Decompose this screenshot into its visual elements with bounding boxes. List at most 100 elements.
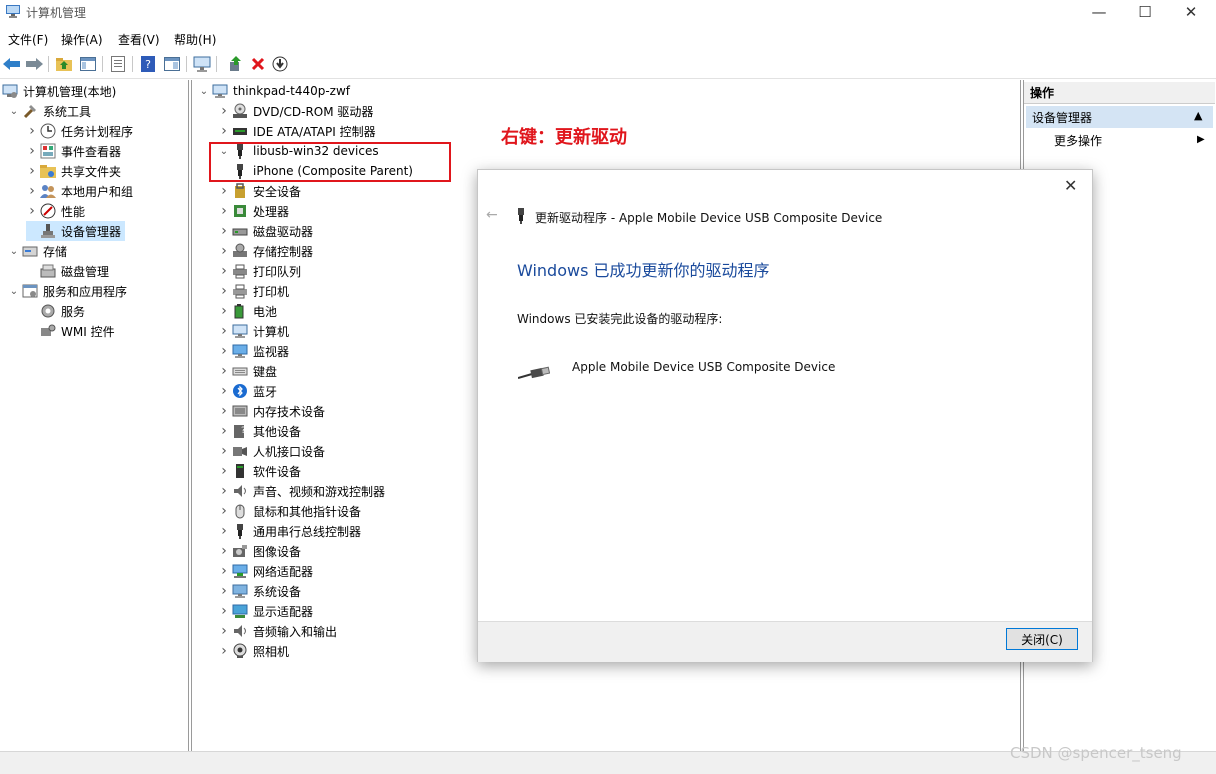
chevron-right-icon[interactable]: › [218, 443, 230, 459]
chevron-right-icon[interactable]: › [218, 383, 230, 399]
back-arrow-icon: ← [486, 207, 498, 223]
device-category[interactable]: ›? 其他设备 [218, 421, 301, 441]
chevron-right-icon[interactable]: › [218, 203, 230, 219]
console-button[interactable] [162, 53, 182, 75]
chevron-right-icon[interactable]: › [218, 363, 230, 379]
chevron-right-icon[interactable]: › [218, 303, 230, 319]
tree-item-5[interactable]: › 本地用户和组 [26, 181, 133, 201]
show-tree-button[interactable] [78, 53, 98, 75]
monitor-button[interactable] [192, 53, 212, 75]
tree-item-10[interactable]: ⌄ 服务和应用程序 [8, 281, 127, 301]
dialog-close-button[interactable]: ✕ [1064, 176, 1077, 195]
device-category[interactable]: › 图像设备 [218, 541, 301, 561]
chevron-right-icon[interactable]: › [218, 283, 230, 299]
help-button[interactable]: ? [138, 53, 158, 75]
device-category[interactable]: › 网络适配器 [218, 561, 313, 581]
chevron-right-icon[interactable]: › [218, 183, 230, 199]
chevron-right-icon[interactable]: › [26, 163, 38, 179]
chevron-right-icon[interactable]: › [218, 523, 230, 539]
tree-item-4[interactable]: › 共享文件夹 [26, 161, 121, 181]
device-category[interactable]: › 软件设备 [218, 461, 301, 481]
device-category[interactable]: › IDE ATA/ATAPI 控制器 [218, 121, 375, 141]
back-button[interactable] [2, 53, 22, 75]
up-folder-button[interactable] [54, 53, 74, 75]
device-category[interactable]: › 声音、视频和游戏控制器 [218, 481, 385, 501]
chevron-right-icon[interactable]: › [218, 323, 230, 339]
actions-section-device-manager[interactable]: 设备管理器 ▲ [1026, 106, 1213, 128]
device-category[interactable]: › 打印机 [218, 281, 289, 301]
tree-item-2[interactable]: › 任务计划程序 [26, 121, 133, 141]
close-dialog-button[interactable]: 关闭(C) [1006, 628, 1078, 650]
chevron-right-icon[interactable]: › [218, 103, 230, 119]
device-category[interactable]: › 磁盘驱动器 [218, 221, 313, 241]
chevron-down-icon[interactable]: ⌄ [8, 245, 20, 257]
chevron-right-icon[interactable]: › [218, 503, 230, 519]
device-category[interactable]: › 计算机 [218, 321, 289, 341]
chevron-right-icon[interactable]: › [218, 463, 230, 479]
menu-file[interactable]: 文件(F) [8, 31, 48, 48]
tree-item-0[interactable]: 计算机管理(本地) [2, 81, 116, 101]
properties-button[interactable] [108, 53, 128, 75]
download-button[interactable] [270, 53, 290, 75]
chevron-right-icon[interactable]: › [218, 223, 230, 239]
menu-action[interactable]: 操作(A) [61, 31, 103, 48]
chevron-right-icon[interactable]: › [26, 143, 38, 159]
close-window-button[interactable]: ✕ [1168, 0, 1214, 24]
chevron-right-icon[interactable]: › [218, 423, 230, 439]
tree-item-8[interactable]: ⌄ 存储 [8, 241, 67, 261]
more-actions-item[interactable]: 更多操作 [1054, 130, 1102, 150]
uninstall-button[interactable] [248, 53, 268, 75]
device-category[interactable]: › 通用串行总线控制器 [218, 521, 361, 541]
device-tree-root[interactable]: ⌄ thinkpad-t440p-zwf [198, 81, 350, 101]
chevron-right-icon[interactable]: › [218, 543, 230, 559]
dialog-back-button[interactable]: ← [486, 207, 498, 223]
chevron-right-icon[interactable]: › [218, 263, 230, 279]
chevron-right-icon[interactable]: › [218, 563, 230, 579]
menu-help[interactable]: 帮助(H) [174, 31, 216, 48]
maximize-button[interactable]: ☐ [1122, 0, 1168, 24]
chevron-down-icon[interactable]: ⌄ [198, 85, 210, 97]
forward-button[interactable] [24, 53, 44, 75]
chevron-right-icon[interactable]: › [218, 343, 230, 359]
tree-item-3[interactable]: › 事件查看器 [26, 141, 121, 161]
chevron-right-icon[interactable]: › [218, 623, 230, 639]
chevron-down-icon[interactable]: ⌄ [8, 285, 20, 297]
chevron-right-icon[interactable]: › [26, 183, 38, 199]
device-category[interactable]: › 系统设备 [218, 581, 301, 601]
tree-item-12[interactable]: WMI 控件 [26, 321, 115, 341]
tree-item-6[interactable]: › 性能 [26, 201, 85, 221]
chevron-right-icon[interactable]: › [26, 123, 38, 139]
device-category[interactable]: › 人机接口设备 [218, 441, 325, 461]
device-category[interactable]: › 键盘 [218, 361, 277, 381]
device-category[interactable]: › 处理器 [218, 201, 289, 221]
device-category[interactable]: › 安全设备 [218, 181, 301, 201]
collapse-up-icon[interactable]: ▲ [1194, 109, 1202, 122]
chevron-right-icon[interactable]: › [218, 643, 230, 659]
device-category[interactable]: › 监视器 [218, 341, 289, 361]
minimize-button[interactable]: — [1076, 0, 1122, 24]
tree-item-11[interactable]: 服务 [26, 301, 85, 321]
chevron-right-icon[interactable]: › [218, 603, 230, 619]
device-category[interactable]: › 存储控制器 [218, 241, 313, 261]
device-category[interactable]: › 音频输入和输出 [218, 621, 337, 641]
device-category[interactable]: › 照相机 [218, 641, 289, 661]
tree-item-7[interactable]: 设备管理器 [26, 221, 126, 241]
chevron-right-icon[interactable]: › [26, 203, 38, 219]
chevron-down-icon[interactable]: ⌄ [8, 105, 20, 117]
chevron-right-icon[interactable]: › [218, 123, 230, 139]
chevron-right-icon[interactable]: › [218, 243, 230, 259]
device-category[interactable]: › 电池 [218, 301, 277, 321]
tree-item-9[interactable]: 磁盘管理 [26, 261, 109, 281]
chevron-right-icon[interactable]: › [218, 403, 230, 419]
tree-item-1[interactable]: ⌄ 系统工具 [8, 101, 91, 121]
device-category[interactable]: › 蓝牙 [218, 381, 277, 401]
device-category[interactable]: › 鼠标和其他指针设备 [218, 501, 361, 521]
menu-view[interactable]: 查看(V) [118, 31, 160, 48]
update-driver-button[interactable] [226, 53, 246, 75]
device-category[interactable]: › 打印队列 [218, 261, 301, 281]
chevron-right-icon[interactable]: › [218, 583, 230, 599]
device-category[interactable]: › DVD/CD-ROM 驱动器 [218, 101, 373, 121]
chevron-right-icon[interactable]: › [218, 483, 230, 499]
device-category[interactable]: › 内存技术设备 [218, 401, 325, 421]
device-category[interactable]: › 显示适配器 [218, 601, 313, 621]
